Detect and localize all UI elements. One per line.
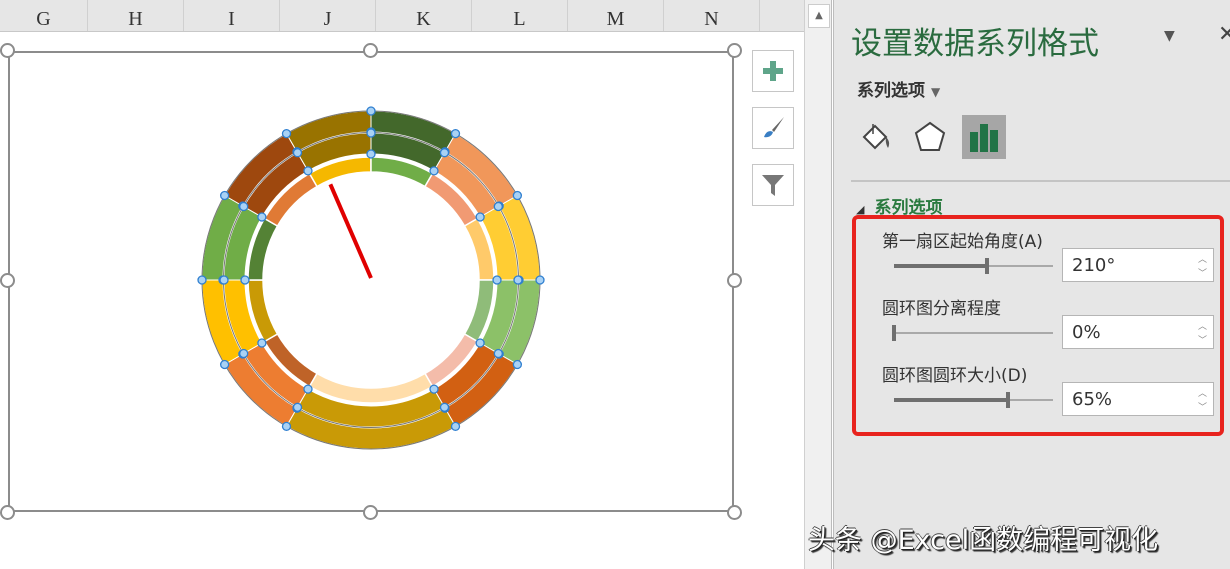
bar-chart-icon	[970, 124, 998, 152]
selection-point[interactable]	[475, 212, 485, 222]
selection-point[interactable]	[512, 190, 523, 201]
selection-point[interactable]	[281, 128, 292, 139]
explosion-value: 0%	[1072, 322, 1101, 343]
start-angle-input[interactable]: 210° ︿ ﹀	[1062, 248, 1214, 282]
explosion-slider[interactable]	[892, 325, 1053, 341]
selection-point[interactable]	[257, 212, 267, 222]
scroll-up-button[interactable]: ▲	[808, 4, 830, 28]
hole-size-slider[interactable]	[894, 392, 1053, 408]
start-angle-label: 第一扇区起始角度(A)	[882, 232, 1043, 252]
selection-point[interactable]	[450, 128, 461, 139]
hole-size-value: 65%	[1072, 389, 1113, 410]
selection-point[interactable]	[429, 384, 439, 394]
tab-divider	[851, 180, 1230, 182]
selection-point[interactable]	[197, 275, 207, 285]
explosion-label: 圆环图分离程度	[882, 299, 1001, 319]
selection-point[interactable]	[493, 348, 503, 359]
chevron-down-icon: ▼	[931, 85, 941, 99]
slider-fill	[894, 264, 987, 268]
selection-point[interactable]	[366, 128, 376, 138]
paint-bucket-icon	[862, 124, 890, 150]
slider-thumb[interactable]	[892, 325, 896, 341]
fill-line-tab[interactable]	[854, 115, 898, 159]
selection-point[interactable]	[303, 166, 313, 176]
selection-point[interactable]	[240, 275, 250, 285]
selection-point[interactable]	[492, 275, 502, 285]
selection-point[interactable]	[292, 148, 303, 158]
start-angle-value: 210°	[1072, 255, 1116, 276]
series-options-dropdown-label: 系列选项	[857, 81, 925, 101]
spin-up-icon[interactable]: ︿	[1198, 319, 1207, 332]
pane-options-dropdown-icon[interactable]: ▼	[1164, 28, 1175, 44]
start-angle-slider[interactable]	[894, 258, 1053, 274]
selection-point[interactable]	[219, 190, 230, 201]
needle-pointer	[328, 183, 373, 279]
pane-title: 设置数据系列格式	[851, 26, 1099, 62]
selection-point[interactable]	[450, 421, 461, 432]
slider-thumb[interactable]	[1006, 392, 1011, 408]
selection-point[interactable]	[281, 421, 292, 432]
selection-point[interactable]	[513, 275, 523, 285]
selection-point[interactable]	[292, 402, 303, 412]
explosion-input[interactable]: 0% ︿ ﹀	[1062, 315, 1214, 349]
spin-up-icon[interactable]: ︿	[1198, 386, 1207, 399]
selection-point[interactable]	[475, 338, 485, 348]
ring-separator	[245, 154, 497, 406]
spin-down-icon[interactable]: ﹀	[1198, 400, 1207, 413]
selection-point[interactable]	[512, 359, 523, 370]
spin-down-icon[interactable]: ﹀	[1198, 266, 1207, 279]
selection-point[interactable]	[219, 275, 229, 285]
paintbrush-icon	[764, 117, 784, 138]
chart-elements-button[interactable]	[752, 50, 794, 92]
pentagon-icon	[914, 121, 946, 151]
selection-point[interactable]	[257, 338, 267, 348]
slider-thumb[interactable]	[984, 258, 989, 274]
selection-point[interactable]	[429, 166, 439, 176]
selection-point[interactable]	[439, 402, 450, 412]
selection-point[interactable]	[366, 106, 376, 116]
selection-point[interactable]	[535, 275, 545, 285]
series-options-dropdown[interactable]: 系列选项 ▼	[857, 76, 940, 101]
plus-icon	[763, 61, 783, 81]
spreadsheet-area: GHIJKLMN	[0, 0, 804, 569]
spin-down-icon[interactable]: ﹀	[1198, 333, 1207, 346]
vertical-scrollbar[interactable]: ▲	[804, 0, 832, 569]
watermark: 头条 @Excel函数编程可视化	[808, 525, 1159, 556]
format-data-series-pane: 设置数据系列格式 ▼ ✕ 系列选项 ▼ ◢ 系列选项 第一扇区起始角度(A) 210…	[833, 0, 1230, 569]
effects-tab[interactable]	[908, 115, 952, 159]
hole-size-input[interactable]: 65% ︿ ﹀	[1062, 382, 1214, 416]
chart-filters-button[interactable]	[752, 164, 794, 206]
selection-point[interactable]	[439, 148, 450, 158]
selection-point[interactable]	[366, 149, 376, 159]
selection-point[interactable]	[219, 359, 230, 370]
slider-fill	[894, 398, 1009, 402]
donut-chart[interactable]	[0, 0, 804, 569]
hole-size-label: 圆环图圆环大小(D)	[882, 366, 1028, 386]
selection-point[interactable]	[493, 201, 503, 212]
series-options-tab[interactable]	[962, 115, 1006, 159]
chart-styles-button[interactable]	[752, 107, 794, 149]
selection-point[interactable]	[239, 348, 249, 359]
filter-icon	[762, 175, 784, 196]
selection-point[interactable]	[303, 384, 313, 394]
selection-point[interactable]	[239, 201, 249, 212]
close-icon[interactable]: ✕	[1218, 22, 1230, 47]
spin-up-icon[interactable]: ︿	[1198, 252, 1207, 265]
